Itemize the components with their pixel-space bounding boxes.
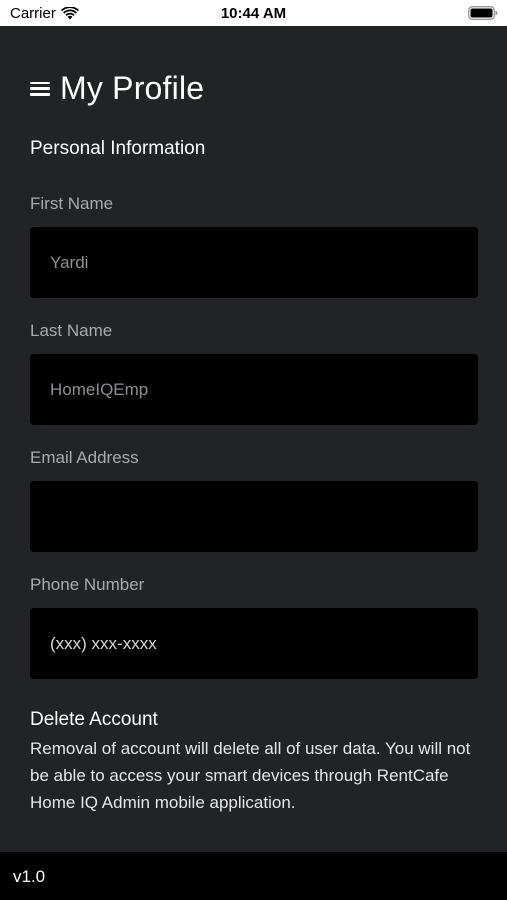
delete-account-heading: Delete Account xyxy=(30,709,158,730)
last-name-label: Last Name xyxy=(30,321,113,340)
header: My Profile xyxy=(30,70,204,107)
version-label: v1.0 xyxy=(13,867,46,886)
email-field[interactable] xyxy=(30,481,478,552)
hamburger-menu-icon[interactable] xyxy=(30,80,50,98)
status-bar: Carrier 10:44 AM xyxy=(0,0,507,26)
phone-label: Phone Number xyxy=(30,575,145,594)
delete-account-description: Removal of account will delete all of us… xyxy=(30,739,471,812)
email-label: Email Address xyxy=(30,448,139,467)
page-title: My Profile xyxy=(60,70,205,106)
personal-info-heading: Personal Information xyxy=(30,138,206,159)
last-name-field[interactable] xyxy=(30,354,478,425)
clock: 10:44 AM xyxy=(220,5,287,22)
phone-field[interactable] xyxy=(30,608,478,679)
footer-bar: v1.0 xyxy=(0,852,507,900)
battery-icon xyxy=(468,6,498,20)
first-name-field[interactable] xyxy=(30,227,478,298)
first-name-label: First Name xyxy=(30,194,114,213)
